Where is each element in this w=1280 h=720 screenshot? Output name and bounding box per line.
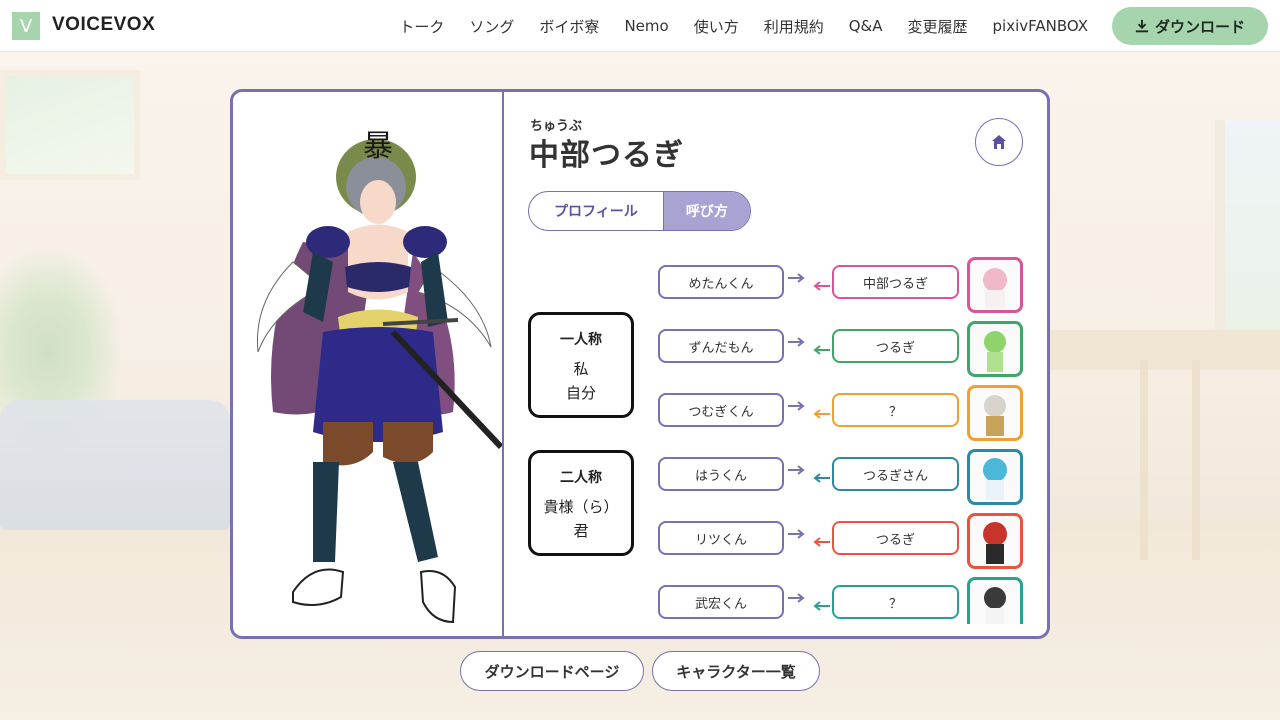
calls-me: つるぎ: [832, 329, 959, 363]
relation-row: リツくん つるぎ: [658, 513, 1028, 569]
nav-fanbox[interactable]: pixivFANBOX: [993, 17, 1089, 35]
called-by-me: つむぎくん: [658, 393, 784, 427]
character-thumbnail[interactable]: [967, 513, 1023, 569]
nav-nemo[interactable]: Nemo: [624, 17, 668, 35]
download-button-label: ダウンロード: [1154, 17, 1245, 36]
download-button[interactable]: ダウンロード: [1112, 7, 1268, 45]
calls-me: つるぎさん: [832, 457, 959, 491]
download-page-button[interactable]: ダウンロードページ: [460, 651, 644, 691]
called-by-me: はうくん: [658, 457, 784, 491]
relation-row: はうくん つるぎさん: [658, 449, 1028, 505]
nav-changelog[interactable]: 変更履歴: [907, 16, 967, 37]
relation-row: 武宏くん ？: [658, 577, 1028, 624]
calls-me: 中部つるぎ: [832, 265, 959, 299]
nav-dormitory[interactable]: ボイボ寮: [539, 16, 599, 37]
relation-row: めたんくん 中部つるぎ: [658, 257, 1028, 313]
logo[interactable]: V: [12, 12, 40, 40]
character-thumbnail[interactable]: [967, 577, 1023, 624]
relation-row: ずんだもん つるぎ: [658, 321, 1028, 377]
nav-song[interactable]: ソング: [469, 16, 514, 37]
calls-me: ？: [832, 393, 959, 427]
main-nav: トーク ソング ボイボ寮 Nemo 使い方 利用規約 Q&A 変更履歴 pixi…: [374, 0, 1088, 52]
nav-qa[interactable]: Q&A: [849, 17, 883, 35]
called-by-me: リツくん: [658, 521, 784, 555]
called-by-me: 武宏くん: [658, 585, 784, 619]
relations-list: めたんくん 中部つるぎ ずんだもん つるぎ つむぎくん ？ はうくん つるぎさん…: [233, 92, 1047, 624]
character-list-button[interactable]: キャラクター一覧: [652, 651, 820, 691]
character-thumbnail[interactable]: [967, 321, 1023, 377]
called-by-me: めたんくん: [658, 265, 784, 299]
site-header: V VOICEVOX トーク ソング ボイボ寮 Nemo 使い方 利用規約 Q&…: [0, 0, 1280, 52]
calls-me: つるぎ: [832, 521, 959, 555]
download-icon: [1135, 19, 1149, 33]
relation-arrows-icon: [788, 465, 830, 483]
calls-me: ？: [832, 585, 959, 619]
relation-arrows-icon: [788, 529, 830, 547]
character-thumbnail[interactable]: [967, 449, 1023, 505]
relation-row: つむぎくん ？: [658, 385, 1028, 441]
character-thumbnail[interactable]: [967, 385, 1023, 441]
character-thumbnail[interactable]: [967, 257, 1023, 313]
relation-arrows-icon: [788, 593, 830, 611]
relation-arrows-icon: [788, 337, 830, 355]
relation-arrows-icon: [788, 273, 830, 291]
nav-terms[interactable]: 利用規約: [764, 16, 824, 37]
called-by-me: ずんだもん: [658, 329, 784, 363]
relation-arrows-icon: [788, 401, 830, 419]
brand-name[interactable]: VOICEVOX: [52, 14, 155, 36]
character-card: 暴 ちゅうぶ 中部つるぎ プロフィール 呼び方 一人称 私 自分 二人称 貴様（…: [230, 89, 1050, 639]
nav-talk[interactable]: トーク: [399, 16, 444, 37]
nav-howto[interactable]: 使い方: [694, 16, 739, 37]
